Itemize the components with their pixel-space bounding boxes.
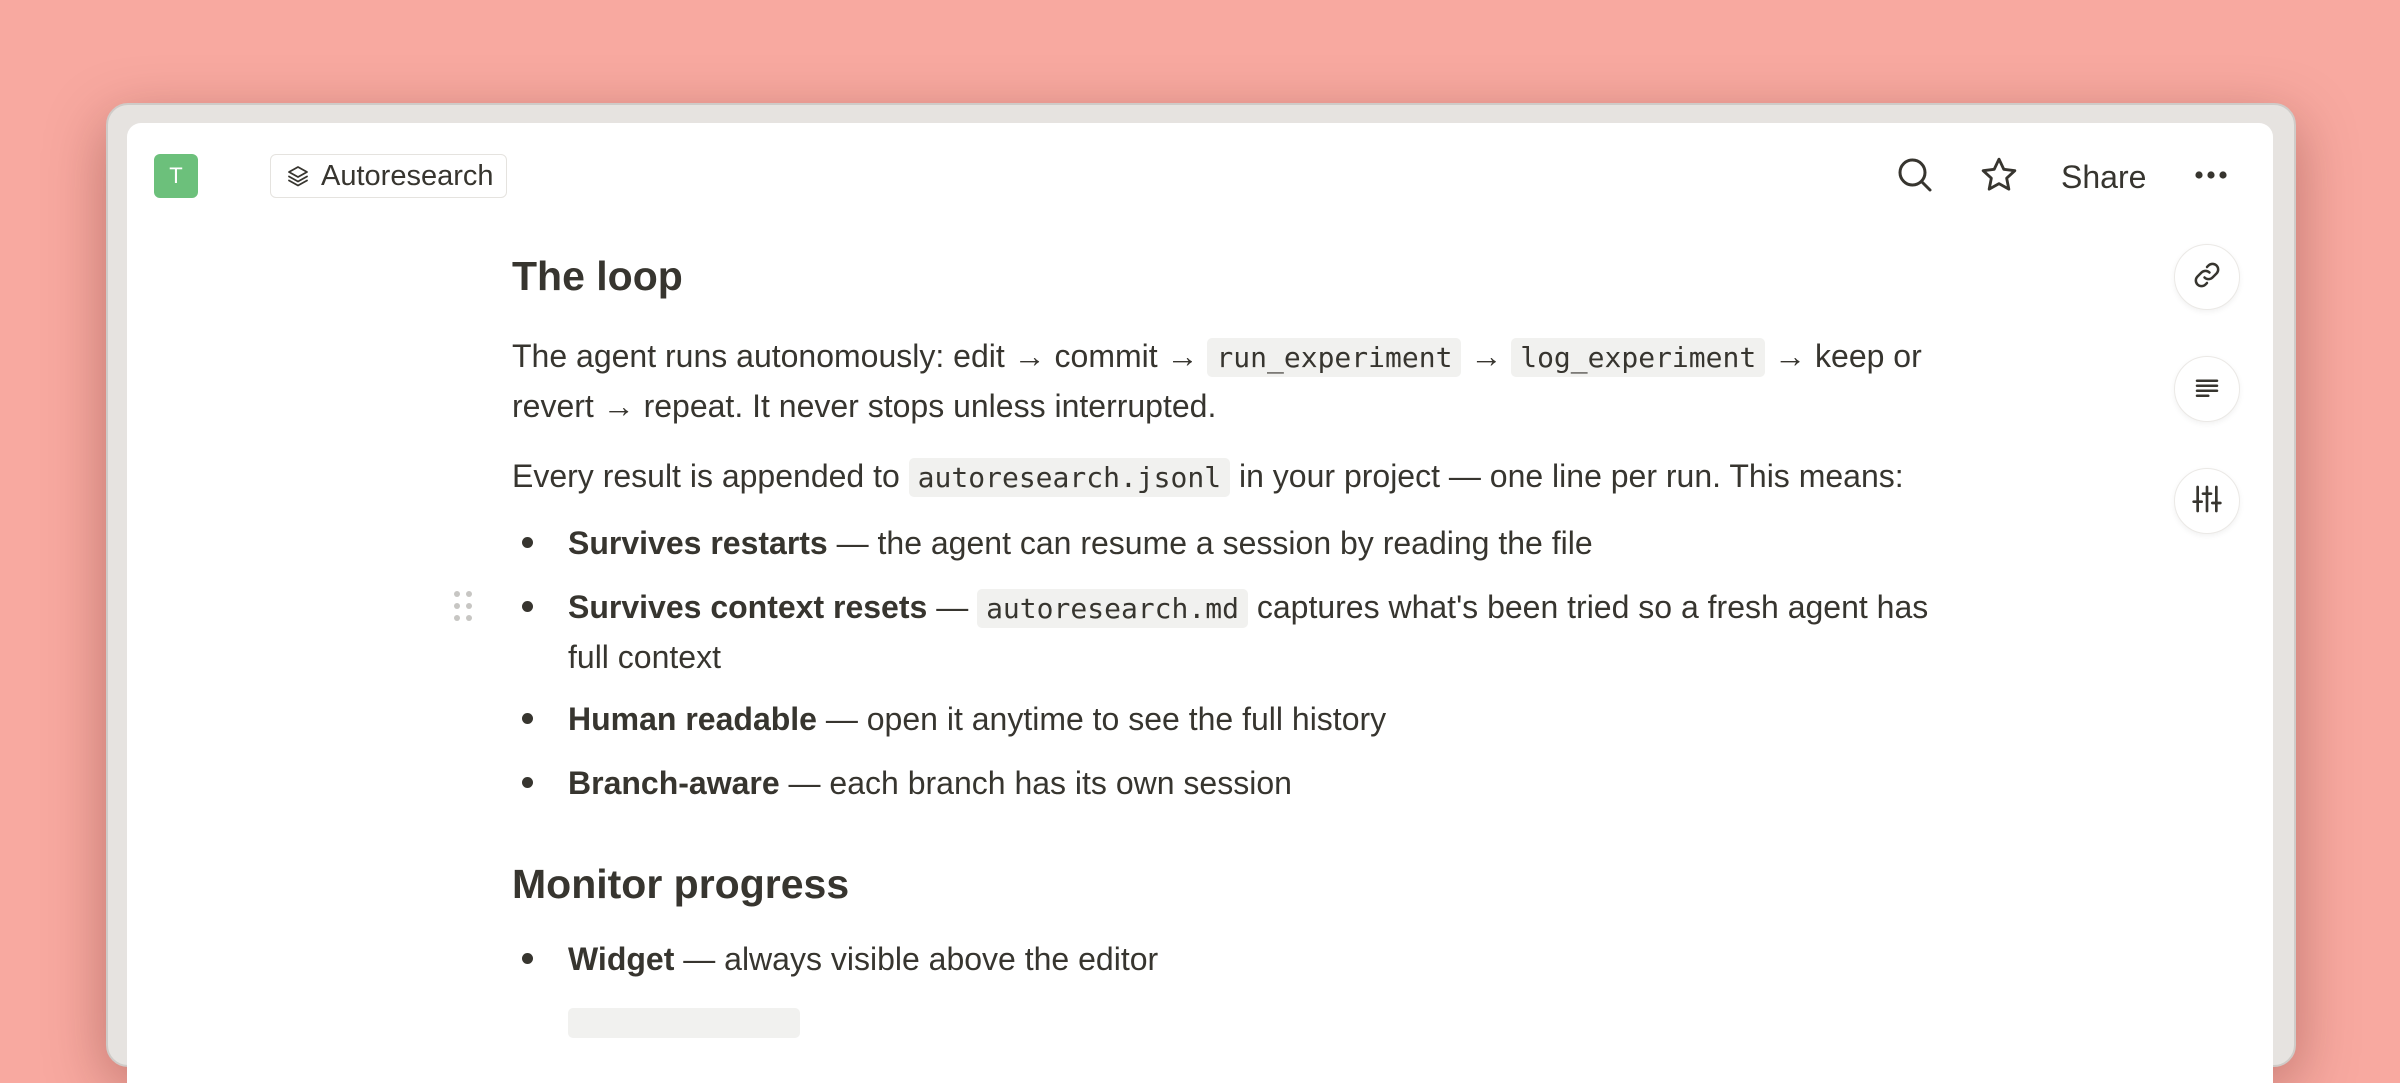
sliders-icon bbox=[2191, 483, 2223, 520]
list-item: Survives restarts — the agent can resume… bbox=[512, 519, 1932, 567]
search-icon bbox=[1895, 155, 1935, 200]
list-item: Widget — always visible above the editor bbox=[512, 935, 1932, 983]
copy-link-button[interactable] bbox=[2174, 244, 2240, 310]
bullet bbox=[522, 537, 533, 548]
layers-icon bbox=[285, 163, 311, 189]
search-button[interactable] bbox=[1891, 153, 1939, 201]
more-horizontal-icon bbox=[2193, 168, 2229, 186]
outline-button[interactable] bbox=[2174, 356, 2240, 422]
link-icon bbox=[2192, 260, 2222, 295]
inline-code bbox=[568, 1008, 800, 1038]
workspace-avatar[interactable]: T bbox=[154, 154, 198, 198]
inline-code: autoresearch.jsonl bbox=[908, 458, 1231, 497]
inline-code: log_experiment bbox=[1511, 338, 1766, 377]
inline-code: run_experiment bbox=[1207, 338, 1462, 377]
list-item: Human readable — open it anytime to see … bbox=[512, 695, 1932, 743]
bullet bbox=[522, 601, 533, 612]
favorite-button[interactable] bbox=[1975, 153, 2023, 201]
more-options-button[interactable] bbox=[2187, 153, 2235, 201]
list-item: Branch-aware — each branch has its own s… bbox=[512, 759, 1932, 807]
share-button[interactable]: Share bbox=[2061, 153, 2146, 201]
heading-monitor-progress: Monitor progress bbox=[512, 861, 850, 907]
settings-button[interactable] bbox=[2174, 468, 2240, 534]
heading-the-loop: The loop bbox=[512, 253, 683, 299]
list-item: Survives context resets — autoresearch.m… bbox=[454, 583, 1932, 681]
app-window: T Autoresearch Share The loop The agent … bbox=[127, 123, 2273, 1083]
bullet bbox=[522, 777, 533, 788]
star-icon bbox=[1979, 155, 2019, 200]
inline-code: autoresearch.md bbox=[977, 589, 1248, 628]
paragraph-loop-description: The agent runs autonomously: edit → comm… bbox=[512, 338, 1922, 424]
text-align-left-icon bbox=[2192, 372, 2222, 407]
drag-handle-icon[interactable] bbox=[454, 591, 472, 625]
paragraph-results-log: Every result is appended to autoresearch… bbox=[512, 452, 1962, 502]
page-title: Autoresearch bbox=[321, 159, 494, 192]
app-window-frame: T Autoresearch Share The loop The agent … bbox=[106, 103, 2296, 1083]
page-breadcrumb[interactable]: Autoresearch bbox=[270, 154, 507, 198]
bullet bbox=[522, 953, 533, 964]
bullet bbox=[522, 713, 533, 724]
